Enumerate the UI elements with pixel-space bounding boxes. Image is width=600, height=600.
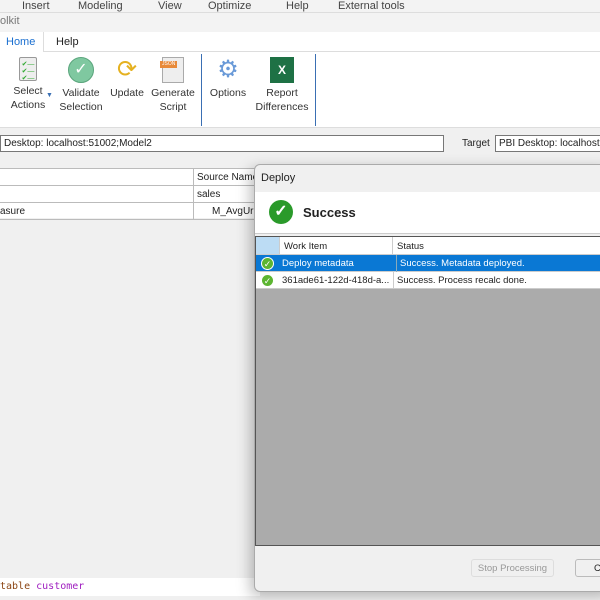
- status-cell: Success. Metadata deployed.: [396, 255, 525, 272]
- update-button[interactable]: ⟳ Update: [108, 57, 146, 100]
- deploy-dialog: Deploy ✓ Success Work Item Status ✓ Depl…: [254, 164, 600, 592]
- validate-selection-button[interactable]: ✓ Validate Selection: [56, 57, 106, 114]
- cell: M_AvgUr: [193, 203, 254, 219]
- dialog-title: Deploy: [261, 172, 296, 184]
- target-label: Target: [462, 138, 490, 149]
- script-editor[interactable]: table customer: [0, 578, 260, 596]
- status-cell: Success. Process recalc done.: [393, 272, 527, 289]
- label: Actions: [10, 99, 46, 111]
- column-status[interactable]: Status: [393, 237, 600, 255]
- refresh-icon: ⟳: [116, 56, 138, 83]
- grid-header: Source Name: [0, 169, 270, 186]
- table-row[interactable]: asure M_AvgUr: [0, 203, 270, 220]
- stop-processing-button[interactable]: Stop Processing: [471, 559, 554, 577]
- options-button[interactable]: ⚙ Options: [206, 57, 250, 100]
- top-menu-bar: Insert Modeling View Optimize Help Exter…: [0, 0, 600, 13]
- comparison-grid: Source Name sales asure M_AvgUr: [0, 168, 270, 220]
- cell: sales: [193, 186, 223, 202]
- target-connection-field[interactable]: PBI Desktop: localhost:5: [495, 135, 600, 152]
- label: Selection: [59, 101, 103, 113]
- work-items-grid: Work Item Status ✓ Deploy metadata Succe…: [255, 236, 600, 546]
- checklist-icon: ✔— ✔— ✔—: [19, 57, 37, 82]
- ribbon: ✔— ✔— ✔— Select Actions ▼ ✓ Validate Selec…: [0, 52, 600, 128]
- success-check-icon: ✓: [261, 257, 274, 270]
- menu-modeling[interactable]: Modeling: [78, 0, 123, 12]
- menu-help[interactable]: Help: [286, 0, 309, 12]
- gear-icon: ⚙: [217, 56, 239, 83]
- menu-optimize[interactable]: Optimize: [208, 0, 251, 12]
- check-circle-icon: ✓: [68, 57, 94, 83]
- label: Generate: [151, 87, 195, 99]
- table-row[interactable]: ✓ 361ade61-122d-418d-a... Success. Proce…: [256, 272, 600, 289]
- json-file-icon: JSON: [160, 57, 184, 83]
- label: Script: [159, 101, 187, 113]
- separator: [315, 54, 316, 126]
- dialog-status-header: ✓ Success: [255, 192, 600, 234]
- separator: [201, 54, 202, 126]
- ribbon-tabs: Home Help: [0, 32, 600, 53]
- dropdown-arrow-icon[interactable]: ▼: [46, 92, 53, 99]
- row-header-corner: [256, 237, 280, 255]
- code-identifier: customer: [36, 581, 85, 592]
- cell: asure: [0, 206, 26, 217]
- menu-view[interactable]: View: [158, 0, 182, 12]
- success-check-icon: ✓: [261, 274, 274, 287]
- label: Select: [13, 85, 43, 97]
- work-item-cell: 361ade61-122d-418d-a...: [282, 275, 390, 286]
- code-keyword: table: [0, 581, 31, 592]
- label: Update: [110, 87, 144, 99]
- label: Differences: [255, 101, 309, 113]
- json-badge: JSON: [160, 61, 178, 68]
- column-work-item[interactable]: Work Item: [280, 237, 393, 255]
- generate-script-button[interactable]: JSON Generate Script: [150, 57, 196, 114]
- work-item-cell: Deploy metadata: [282, 258, 354, 269]
- excel-icon: X: [270, 57, 294, 83]
- select-actions-button[interactable]: ✔— ✔— ✔— Select Actions: [6, 57, 50, 112]
- menu-external-tools[interactable]: External tools: [338, 0, 405, 12]
- label: Report: [266, 87, 298, 99]
- status-title: Success: [303, 205, 356, 220]
- label: Options: [209, 87, 247, 99]
- label: Validate: [62, 87, 100, 99]
- source-connection-field[interactable]: Desktop: localhost:51002;Model2: [0, 135, 444, 152]
- table-row[interactable]: sales: [0, 186, 270, 203]
- menu-insert[interactable]: Insert: [22, 0, 50, 12]
- tab-home[interactable]: Home: [0, 32, 44, 53]
- success-icon: ✓: [269, 200, 293, 224]
- report-differences-button[interactable]: X Report Differences: [254, 57, 310, 114]
- window-title: olkit: [0, 13, 600, 32]
- source-name-header[interactable]: Source Name: [193, 169, 261, 186]
- close-button[interactable]: Cl: [575, 559, 600, 577]
- table-row[interactable]: ✓ Deploy metadata Success. Metadata depl…: [256, 255, 600, 272]
- tab-help[interactable]: Help: [50, 32, 85, 53]
